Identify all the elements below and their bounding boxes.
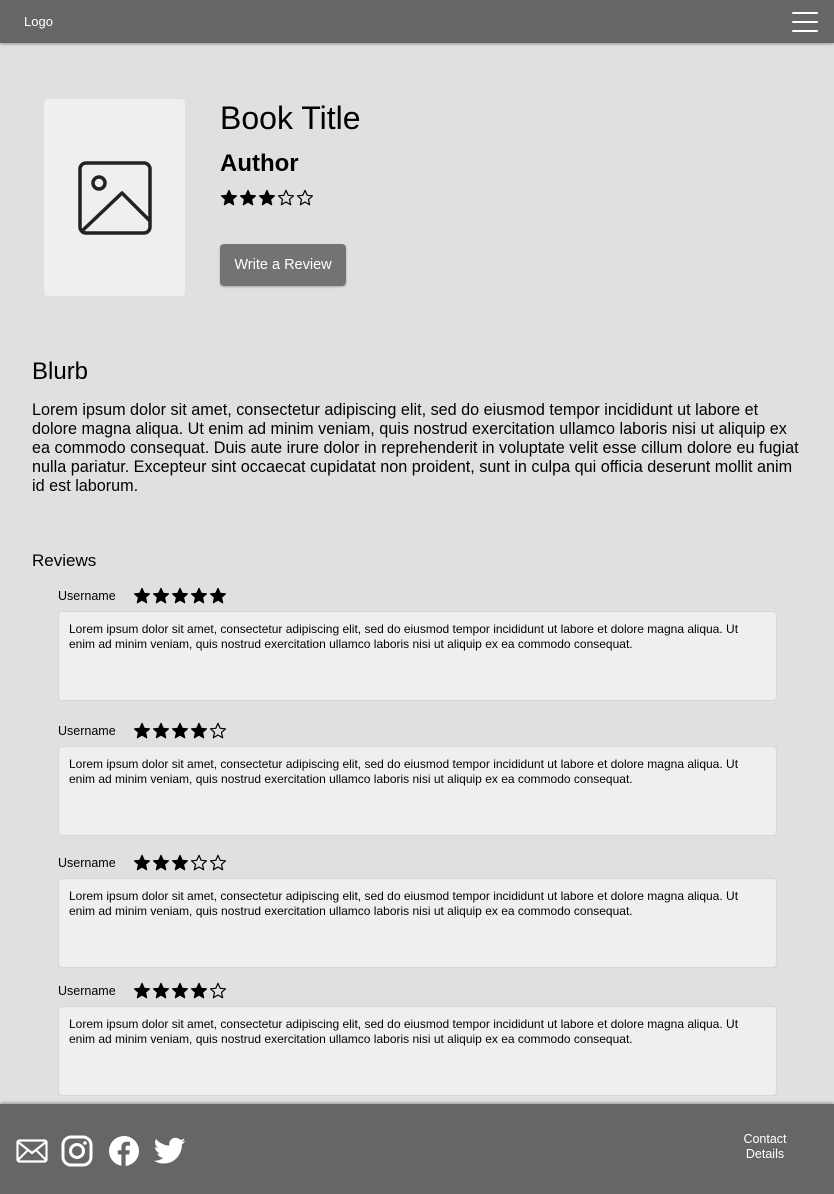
- contact-details-link[interactable]: Contact Details: [728, 1132, 802, 1162]
- email-icon[interactable]: [15, 1134, 49, 1168]
- star-filled-icon: [258, 189, 276, 206]
- star-filled-icon: [152, 587, 170, 604]
- star-empty-icon: [209, 722, 227, 739]
- review-rating: [133, 982, 227, 1000]
- review-text: Lorem ipsum dolor sit amet, consectetur …: [58, 1006, 777, 1096]
- star-filled-icon: [171, 982, 189, 999]
- book-author: Author: [220, 150, 299, 177]
- write-review-button[interactable]: Write a Review: [220, 244, 346, 286]
- blurb-heading: Blurb: [32, 358, 89, 385]
- star-filled-icon: [133, 587, 151, 604]
- star-filled-icon: [133, 982, 151, 999]
- star-filled-icon: [190, 982, 208, 999]
- star-empty-icon: [209, 982, 227, 999]
- star-filled-icon: [220, 189, 238, 206]
- review-username[interactable]: Username: [58, 724, 133, 738]
- review-username[interactable]: Username: [58, 984, 133, 998]
- star-filled-icon: [190, 587, 208, 604]
- reviews-heading: Reviews: [32, 551, 97, 570]
- star-filled-icon: [209, 587, 227, 604]
- review-text: Lorem ipsum dolor sit amet, consectetur …: [58, 746, 777, 836]
- review-text: Lorem ipsum dolor sit amet, consectetur …: [58, 878, 777, 968]
- review-rating: [133, 587, 227, 605]
- star-filled-icon: [171, 587, 189, 604]
- book-rating: [220, 189, 314, 207]
- star-filled-icon: [171, 854, 189, 871]
- review-item: Username Lorem ipsum dolor sit amet, con…: [58, 981, 777, 1096]
- star-filled-icon: [133, 854, 151, 871]
- star-filled-icon: [152, 854, 170, 871]
- blurb-text: Lorem ipsum dolor sit amet, consectetur …: [32, 401, 799, 495]
- review-text: Lorem ipsum dolor sit amet, consectetur …: [58, 611, 777, 701]
- star-empty-icon: [209, 854, 227, 871]
- logo[interactable]: Logo: [24, 14, 53, 29]
- star-empty-icon: [190, 854, 208, 871]
- review-rating: [133, 854, 227, 872]
- review-item: Username Lorem ipsum dolor sit amet, con…: [58, 853, 777, 968]
- footer: Contact Details: [0, 1104, 834, 1194]
- book-cover-placeholder: [44, 99, 185, 296]
- star-filled-icon: [171, 722, 189, 739]
- hamburger-menu-icon[interactable]: [792, 11, 818, 32]
- navbar: Logo: [0, 0, 834, 43]
- star-filled-icon: [239, 189, 257, 206]
- instagram-icon[interactable]: [60, 1134, 94, 1168]
- star-filled-icon: [190, 722, 208, 739]
- review-item: Username Lorem ipsum dolor sit amet, con…: [58, 721, 777, 836]
- facebook-icon[interactable]: [107, 1134, 141, 1168]
- star-filled-icon: [152, 982, 170, 999]
- book-title: Book Title: [220, 100, 361, 136]
- star-empty-icon: [277, 189, 295, 206]
- review-item: Username Lorem ipsum dolor sit amet, con…: [58, 586, 777, 701]
- review-rating: [133, 722, 227, 740]
- twitter-icon[interactable]: [153, 1134, 187, 1168]
- review-username[interactable]: Username: [58, 856, 133, 870]
- image-placeholder-icon: [77, 160, 152, 235]
- star-filled-icon: [133, 722, 151, 739]
- star-empty-icon: [296, 189, 314, 206]
- star-filled-icon: [152, 722, 170, 739]
- review-username[interactable]: Username: [58, 589, 133, 603]
